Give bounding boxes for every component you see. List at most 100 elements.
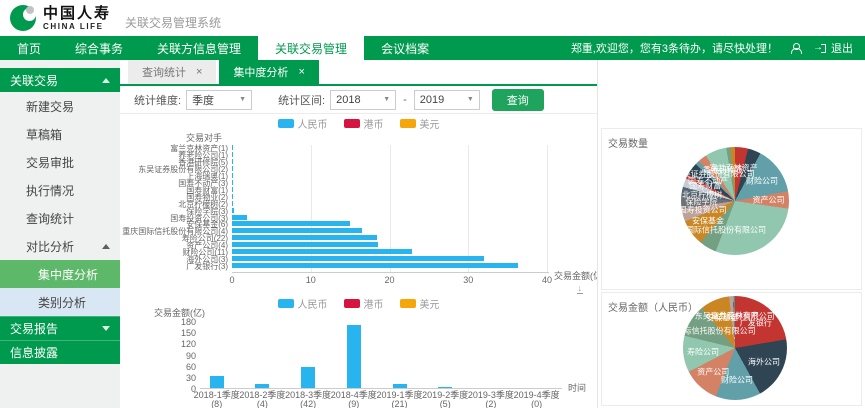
sidebar: 关联交易新建交易草稿箱交易审批执行情况查询统计对比分析集中度分析类别分析交易报告… xyxy=(0,60,120,408)
x-axis-line xyxy=(232,272,549,273)
nav-item-首页[interactable]: 首页 xyxy=(0,36,58,60)
tab-集中度分析[interactable]: 集中度分析× xyxy=(219,60,318,84)
system-title: 关联交易管理系统 xyxy=(125,14,221,31)
user-icon[interactable] xyxy=(790,43,801,54)
legend-item-人民币[interactable]: 人民币 xyxy=(278,116,328,131)
nav-item-关联方信息管理[interactable]: 关联方信息管理 xyxy=(140,36,258,60)
sidebar-item-查询统计[interactable]: 查询统计 xyxy=(0,204,120,232)
x-tick-label: 20 xyxy=(384,275,394,285)
legend-item-港币[interactable]: 港币 xyxy=(344,296,384,311)
legend-label: 美元 xyxy=(420,116,440,131)
sidebar-item-信息披露[interactable]: 信息披露 xyxy=(0,340,120,364)
pie-slice-label: 重庆国际信托股份有限公司 xyxy=(660,326,756,335)
range-from-select[interactable]: 2018 ▼ xyxy=(330,90,396,110)
sidebar-item-label: 关联交易 xyxy=(10,72,58,89)
x-tick-label: 30 xyxy=(463,275,473,285)
nav-item-综合事务[interactable]: 综合事务 xyxy=(58,36,140,60)
y-tick-label: 60 xyxy=(156,362,196,372)
sidebar-item-label: 类别分析 xyxy=(38,294,86,311)
brand-name-en: CHINA LIFE xyxy=(43,23,111,31)
sidebar-item-新建交易[interactable]: 新建交易 xyxy=(0,92,120,120)
nav-item-关联交易管理[interactable]: 关联交易管理 xyxy=(258,36,364,60)
legend-label: 港币 xyxy=(364,116,384,131)
y-tick-label: 90 xyxy=(156,351,196,361)
download-icon[interactable]: ↓ xyxy=(577,284,584,294)
sidebar-item-label: 草稿箱 xyxy=(26,126,62,143)
search-button[interactable]: 查询 xyxy=(492,89,544,111)
sidebar-item-交易报告[interactable]: 交易报告 xyxy=(0,316,120,340)
pie-slice-label: 北京柠檬树 xyxy=(682,190,722,199)
brand-name-cn: 中国人寿 xyxy=(43,6,111,21)
pie-slice-label: 财险公司 xyxy=(721,376,753,385)
count-pie-card: 交易数量 财险公司资产公司重庆国际信托股份有限公司安保基金国寿投资公司保险学院北… xyxy=(601,128,862,290)
legend-currency: 人民币 港币 美元 xyxy=(120,116,597,131)
sidebar-item-集中度分析[interactable]: 集中度分析 xyxy=(0,260,120,288)
bar xyxy=(232,256,484,261)
count-pie-title: 交易数量 xyxy=(608,135,648,150)
gridline xyxy=(468,145,469,272)
range-to-select[interactable]: 2019 ▼ xyxy=(414,90,480,110)
nav-item-会议档案[interactable]: 会议档案 xyxy=(364,36,446,60)
bar-chart-axis-title: 交易对手 xyxy=(186,131,222,144)
tab-查询统计[interactable]: 查询统计 × xyxy=(128,60,216,84)
pie-slice-label: 重庆国际信托股份有限公司 xyxy=(670,225,766,234)
logout-label: 退出 xyxy=(831,40,853,56)
chevron-down-icon: ▼ xyxy=(239,96,246,103)
legend-item-人民币[interactable]: 人民币 xyxy=(278,296,328,311)
legend-chip xyxy=(400,299,416,308)
y-tick-label: 150 xyxy=(156,328,196,338)
brand-block: 中国人寿 CHINA LIFE xyxy=(43,6,111,31)
logout-button[interactable]: → 退出 xyxy=(813,40,853,56)
close-icon[interactable]: × xyxy=(298,67,304,78)
pie-slice-label: 资产公司 xyxy=(752,196,784,205)
bar xyxy=(438,387,452,388)
sidebar-item-交易审批[interactable]: 交易审批 xyxy=(0,148,120,176)
legend-chip xyxy=(278,299,294,308)
amount-pie-card: 交易金额（人民币） 广发银行海外公司财险公司资产公司寿险公司重庆国际信托股份有限… xyxy=(601,292,862,406)
sidebar-item-执行情况[interactable]: 执行情况 xyxy=(0,176,120,204)
pie-slice-label: 富兰克林资产 xyxy=(710,163,758,172)
legend-item-港币[interactable]: 港币 xyxy=(344,116,384,131)
tab-label: 查询统计 xyxy=(142,64,186,80)
bar xyxy=(232,228,362,233)
amount-pie-title: 交易金额（人民币） xyxy=(608,299,698,314)
x-tick-label: 0 xyxy=(229,275,234,285)
pie-panel: 交易数量 财险公司资产公司重庆国际信托股份有限公司安保基金国寿投资公司保险学院北… xyxy=(597,60,865,408)
close-icon[interactable]: × xyxy=(196,67,202,78)
chevron-down-icon: ▼ xyxy=(467,96,474,103)
bar xyxy=(232,152,233,157)
caret-down-icon xyxy=(102,326,110,331)
sidebar-item-label: 集中度分析 xyxy=(38,266,98,283)
top-brand-bar: 中国人寿 CHINA LIFE 关联交易管理系统 xyxy=(0,0,865,36)
sidebar-item-label: 交易报告 xyxy=(10,320,58,337)
bar xyxy=(232,201,233,206)
bar xyxy=(232,159,233,164)
bar xyxy=(232,249,412,254)
bar xyxy=(301,367,315,388)
pie-slice-label: 安保基金 xyxy=(692,216,724,225)
logout-door-icon xyxy=(821,44,826,53)
legend-chip xyxy=(344,119,360,128)
caret-up-icon xyxy=(102,244,110,249)
bar xyxy=(232,215,247,220)
pie-slice-label: 国寿投资公司 xyxy=(679,205,727,214)
sidebar-item-label: 信息披露 xyxy=(10,344,58,361)
y-tick-label: 180 xyxy=(156,317,196,327)
sidebar-item-对比分析[interactable]: 对比分析 xyxy=(0,232,120,260)
china-life-logo-icon xyxy=(10,5,36,31)
pie-slice-label: 资产公司 xyxy=(697,367,729,376)
x-tick-label: 40 xyxy=(542,275,552,285)
bar xyxy=(232,208,234,213)
welcome-message: 郑重,欢迎您，您有3条待办，请尽快处理！ xyxy=(571,40,778,56)
sidebar-item-草稿箱[interactable]: 草稿箱 xyxy=(0,120,120,148)
bar xyxy=(232,173,233,178)
dimension-select[interactable]: 季度 ▼ xyxy=(186,90,252,110)
y-tick-label: 120 xyxy=(156,339,196,349)
tab-bar: 查询统计×集中度分析× xyxy=(120,60,597,86)
legend-item-美元[interactable]: 美元 xyxy=(400,296,440,311)
range-to-value: 2019 xyxy=(420,94,444,106)
sidebar-item-关联交易[interactable]: 关联交易 xyxy=(0,68,120,92)
caret-up-icon xyxy=(102,78,110,83)
sidebar-item-类别分析[interactable]: 类别分析 xyxy=(0,288,120,316)
legend-item-美元[interactable]: 美元 xyxy=(400,116,440,131)
